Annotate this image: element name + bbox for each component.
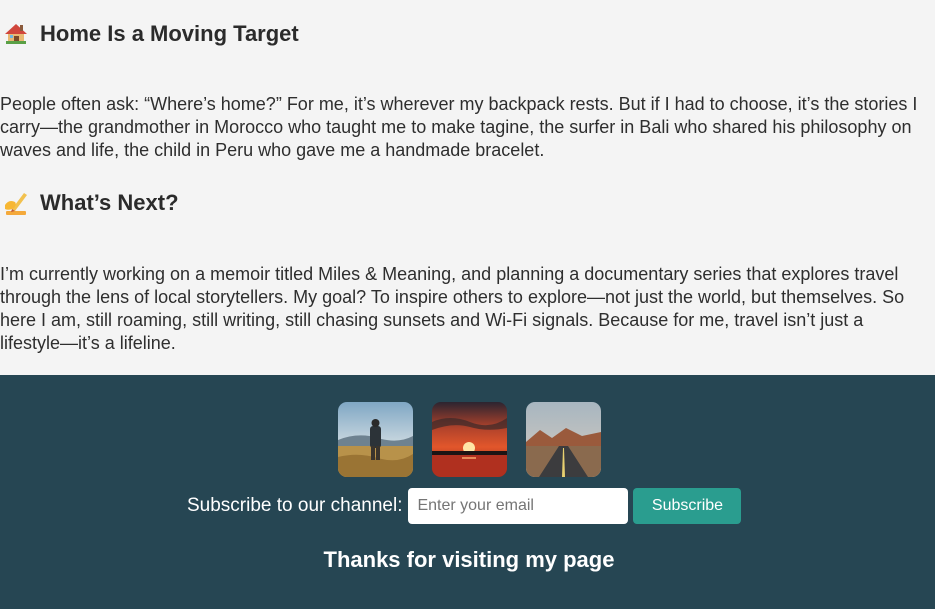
email-input[interactable] bbox=[408, 488, 629, 524]
site-footer: Subscribe to our channel: Subscribe Than… bbox=[0, 375, 935, 609]
section-heading-home: Home Is a Moving Target bbox=[0, 20, 299, 48]
writing-hand-icon bbox=[2, 189, 30, 217]
section-paragraph-whats-next: I’m currently working on a memoir titled… bbox=[0, 264, 905, 353]
main-content: Home Is a Moving Target People often ask… bbox=[0, 0, 935, 375]
section-heading-text: Home Is a Moving Target bbox=[40, 21, 299, 46]
traveler-in-field-thumbnail[interactable] bbox=[338, 402, 413, 477]
sunset-thumbnail[interactable] bbox=[432, 402, 507, 477]
desert-road-thumbnail[interactable] bbox=[526, 402, 601, 477]
thumbnail-gallery bbox=[338, 402, 601, 477]
subscribe-form: Subscribe to our channel: Subscribe bbox=[187, 488, 742, 524]
thanks-message: Thanks for visiting my page bbox=[323, 547, 615, 572]
subscribe-button[interactable]: Subscribe bbox=[633, 488, 742, 524]
section-heading-whats-next: What’s Next? bbox=[0, 189, 179, 217]
section-paragraph-home: People often ask: “Where’s home?” For me… bbox=[0, 94, 918, 160]
section-heading-text: What’s Next? bbox=[40, 190, 179, 215]
house-icon bbox=[2, 20, 30, 48]
subscribe-label: Subscribe to our channel: bbox=[187, 495, 403, 516]
